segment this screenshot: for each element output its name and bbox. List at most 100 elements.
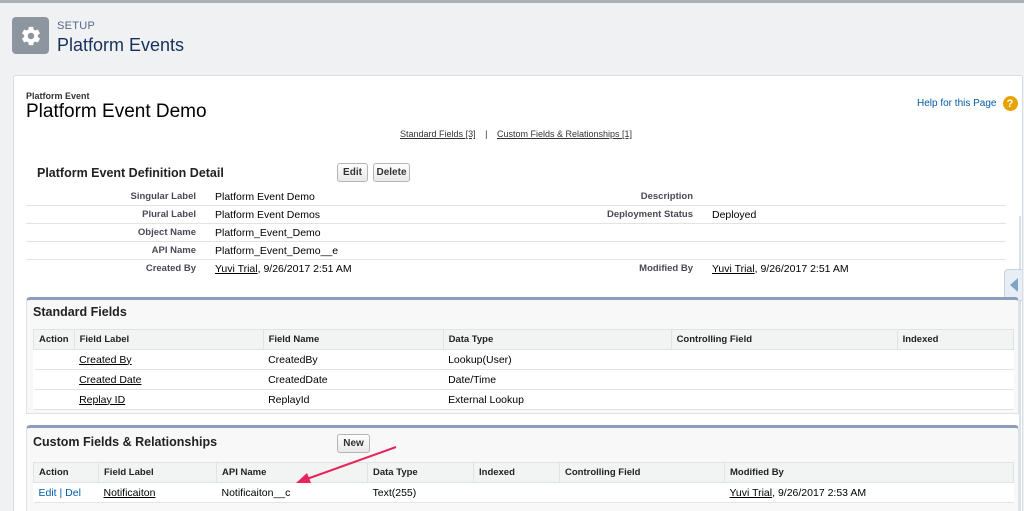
detail-row: Singular Label Platform Event Demo Descr… <box>26 188 1006 206</box>
record-type-label: Platform Event <box>26 91 90 101</box>
row-controlling-field <box>559 482 725 503</box>
row-controlling-field <box>671 369 898 390</box>
modified-by-value: Yuvi Trial, 9/26/2017 2:51 AM <box>712 263 849 275</box>
modified-by-user-link[interactable]: Yuvi Trial <box>730 487 773 499</box>
column-header-field-label: Field Label <box>73 329 264 350</box>
delete-button[interactable]: Delete <box>373 163 410 182</box>
top-border <box>0 0 1024 3</box>
annotation-arrow-head <box>296 473 311 483</box>
api-name-value: Platform_Event_Demo__e <box>215 245 339 257</box>
created-by-label: Created By <box>145 263 196 274</box>
table-header-row: Action Field Label API Name Data Type In… <box>33 462 1014 483</box>
description-label: Description <box>640 191 693 202</box>
column-header-modified-by: Modified By <box>724 462 1014 483</box>
edit-link[interactable]: Edit <box>39 487 57 499</box>
row-action <box>33 349 75 370</box>
row-data-type: Lookup(User) <box>443 349 672 370</box>
field-label-link[interactable]: Replay ID <box>79 394 125 406</box>
column-header-indexed: Indexed <box>896 329 1015 350</box>
scroll-track <box>1019 216 1021 511</box>
quicklink-custom-fields[interactable]: Custom Fields & Relationships [1] <box>497 129 632 139</box>
row-action: Edit | Del <box>33 482 99 503</box>
created-by-date: , 9/26/2017 2:51 AM <box>257 263 352 275</box>
gear-icon <box>12 17 49 54</box>
detail-fields: Singular Label Platform Event Demo Descr… <box>26 188 1006 278</box>
setup-kicker: SETUP <box>57 20 96 32</box>
quicklink-standard-fields[interactable]: Standard Fields [3] <box>400 129 476 139</box>
table-row: Created Date CreatedDate Date/Time <box>33 369 1014 390</box>
annotation-arrow <box>296 446 397 483</box>
table-row: Edit | Del Notificaiton Notificaiton__c … <box>33 482 1014 503</box>
row-field-label: Notificaiton <box>98 482 217 503</box>
field-label-link[interactable]: Created By <box>79 354 132 366</box>
field-label-link[interactable]: Created Date <box>79 374 141 386</box>
detail-row: API Name Platform_Event_Demo__e <box>26 242 1006 260</box>
row-indexed <box>473 482 560 503</box>
created-by-value: Yuvi Trial, 9/26/2017 2:51 AM <box>215 263 352 275</box>
row-action <box>33 389 75 410</box>
custom-fields-title: Custom Fields & Relationships <box>33 435 218 449</box>
custom-fields-section: Custom Fields & Relationships New Action… <box>26 425 1019 511</box>
modified-by-user-link[interactable]: Yuvi Trial <box>712 263 755 275</box>
column-header-field-label: Field Label <box>98 462 217 483</box>
help-link[interactable]: Help for this Page ? <box>917 96 1018 111</box>
table-row: Replay ID ReplayId External Lookup <box>33 389 1014 410</box>
row-action <box>33 369 75 390</box>
edit-button[interactable]: Edit <box>337 163 368 182</box>
quicklink-standard-fields-label[interactable]: Standard Fields <box>400 129 463 139</box>
table-row: Created By CreatedBy Lookup(User) <box>33 349 1014 370</box>
row-modified-by: Yuvi Trial, 9/26/2017 2:53 AM <box>724 482 1014 503</box>
custom-fields-table: Action Field Label API Name Data Type In… <box>33 462 1014 503</box>
column-header-action: Action <box>33 462 99 483</box>
annotation-arrow-shaft <box>303 446 397 481</box>
field-label-link[interactable]: Notificaiton <box>104 487 156 499</box>
column-header-controlling-field: Controlling Field <box>670 329 898 350</box>
column-header-data-type: Data Type <box>442 329 672 350</box>
table-header-row: Action Field Label Field Name Data Type … <box>33 329 1015 350</box>
action-separator: | <box>56 486 66 499</box>
modified-by-label: Modified By <box>639 263 693 274</box>
object-name-value: Platform_Event_Demo <box>215 227 321 239</box>
row-field-name: CreatedDate <box>263 369 444 390</box>
object-name-label: Object Name <box>137 227 196 238</box>
modified-by-date: , 9/26/2017 2:53 AM <box>772 486 867 499</box>
quicklink-custom-fields-label[interactable]: Custom Fields & Relationships <box>497 129 620 139</box>
detail-row: Created By Yuvi Trial, 9/26/2017 2:51 AM… <box>26 260 1006 278</box>
row-indexed <box>897 389 1014 410</box>
standard-fields-title: Standard Fields <box>33 305 127 319</box>
deployment-status-label: Deployment Status <box>606 209 693 220</box>
singular-label-label: Singular Label <box>130 191 196 202</box>
row-indexed <box>897 349 1014 370</box>
setup-header: SETUP Platform Events <box>12 17 184 56</box>
related-list-quicklinks: Standard Fields [3] | Custom Fields & Re… <box>400 129 632 139</box>
row-field-label: Created Date <box>74 369 264 390</box>
row-data-type: Date/Time <box>443 369 672 390</box>
column-header-field-name: Field Name <box>262 329 444 350</box>
detail-title: Platform Event Definition Detail <box>37 166 224 180</box>
created-by-user-link[interactable]: Yuvi Trial <box>215 263 258 275</box>
record-title: Platform Event Demo <box>26 101 207 122</box>
row-field-label: Created By <box>74 349 264 370</box>
deployment-status-value: Deployed <box>712 209 757 221</box>
row-controlling-field <box>671 349 898 370</box>
row-field-label: Replay ID <box>74 389 264 410</box>
detail-row: Object Name Platform_Event_Demo <box>26 224 1006 242</box>
plural-label-label: Plural Label <box>142 209 196 220</box>
row-indexed <box>897 369 1014 390</box>
quicklink-standard-fields-count[interactable]: [3] <box>466 129 476 139</box>
delete-link[interactable]: Del <box>65 487 81 499</box>
page-title: Platform Events <box>57 35 185 55</box>
help-icon[interactable]: ? <box>1002 96 1018 111</box>
row-field-name: ReplayId <box>263 389 444 410</box>
help-link-label[interactable]: Help for this Page <box>917 98 997 109</box>
api-name-label: API Name <box>151 245 196 256</box>
quicklink-custom-fields-count[interactable]: [1] <box>622 129 632 139</box>
row-data-type: External Lookup <box>443 389 672 410</box>
modified-by-date: , 9/26/2017 2:51 AM <box>754 263 849 275</box>
row-field-name: CreatedBy <box>263 349 444 370</box>
standard-fields-section: Standard Fields Action Field Label Field… <box>26 297 1019 414</box>
column-header-action: Action <box>33 329 75 350</box>
column-header-indexed: Indexed <box>473 462 560 483</box>
plural-label-value: Platform Event Demos <box>215 209 321 221</box>
singular-label-value: Platform Event Demo <box>215 191 315 203</box>
